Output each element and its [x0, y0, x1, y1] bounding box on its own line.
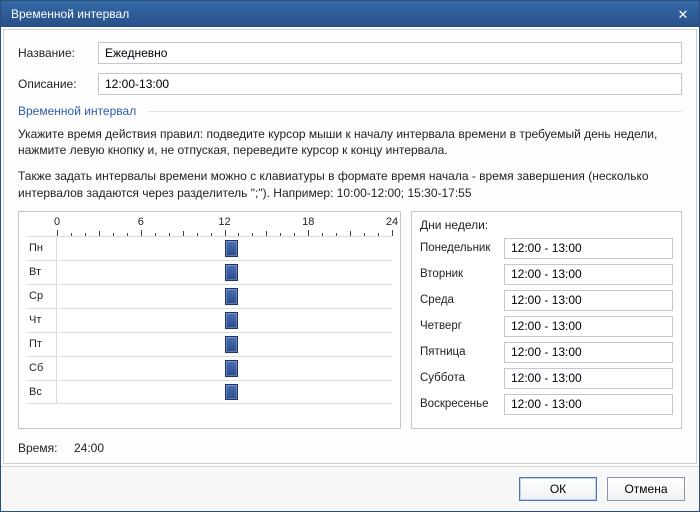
time-interval-block[interactable] — [225, 336, 239, 353]
ruler-label: 24 — [386, 216, 398, 228]
day-input-row: Пятница — [420, 342, 673, 363]
time-interval-block[interactable] — [225, 312, 239, 329]
help-text-1: Укажите время действия правил: подведите… — [18, 126, 682, 158]
timeline-track[interactable] — [57, 261, 392, 284]
days-header: Дни недели: — [420, 218, 673, 232]
desc-input[interactable] — [98, 73, 682, 95]
dialog-body: Название: Описание: Временной интервал У… — [3, 29, 697, 464]
timeline-panel: 0 6 12 18 24 ПнВтСрЧтПтСбВс — [18, 211, 401, 429]
time-status: Время: 24:00 — [18, 441, 682, 455]
days-panel: Дни недели: Понедельник Вторник Среда Четве… — [411, 211, 682, 429]
day-interval-input[interactable] — [504, 368, 673, 389]
day-name-label: Четверг — [420, 320, 504, 332]
day-name-label: Воскресенье — [420, 398, 504, 410]
main-row: 0 6 12 18 24 ПнВтСрЧтПтСбВс Дни недели: Поне… — [18, 211, 682, 429]
timeline-row: Вс — [27, 380, 392, 404]
day-input-row: Суббота — [420, 368, 673, 389]
time-ruler: 06121824 — [57, 216, 392, 236]
day-input-row: Четверг — [420, 316, 673, 337]
day-short-label: Чт — [27, 309, 57, 332]
dialog-footer: ОК Отмена — [1, 466, 699, 511]
timeline-track[interactable] — [57, 381, 392, 403]
ruler-label: 6 — [138, 216, 144, 228]
timeline-row: Чт — [27, 308, 392, 332]
day-name-label: Вторник — [420, 268, 504, 280]
day-interval-input[interactable] — [504, 264, 673, 285]
time-interval-block[interactable] — [225, 384, 239, 400]
desc-row: Описание: — [18, 73, 682, 95]
day-short-label: Вт — [27, 261, 57, 284]
ruler-label: 0 — [54, 216, 60, 228]
day-interval-input[interactable] — [504, 316, 673, 337]
day-short-label: Сб — [27, 357, 57, 380]
timeline-row: Пт — [27, 332, 392, 356]
timeline-row: Пн — [27, 236, 392, 260]
name-label: Название: — [18, 46, 98, 60]
day-interval-input[interactable] — [504, 290, 673, 311]
day-name-label: Среда — [420, 294, 504, 306]
cancel-button[interactable]: Отмена — [607, 477, 685, 501]
timeline-track[interactable] — [57, 333, 392, 356]
name-row: Название: — [18, 42, 682, 64]
time-interval-block[interactable] — [225, 264, 239, 281]
day-short-label: Вс — [27, 381, 57, 403]
day-name-label: Понедельник — [420, 242, 504, 254]
close-icon[interactable]: ✕ — [673, 5, 693, 23]
timeline-row: Ср — [27, 284, 392, 308]
day-interval-input[interactable] — [504, 238, 673, 259]
day-name-label: Суббота — [420, 372, 504, 384]
help-text-2: Также задать интервалы времени можно с к… — [18, 168, 682, 200]
name-input[interactable] — [98, 42, 682, 64]
timeline-track[interactable] — [57, 237, 392, 260]
days-rows: Понедельник Вторник Среда Четверг Пятница Суб… — [420, 238, 673, 415]
time-interval-block[interactable] — [225, 288, 239, 305]
titlebar: Временной интервал ✕ — [1, 1, 699, 27]
timeline-row: Вт — [27, 260, 392, 284]
time-interval-block[interactable] — [225, 360, 239, 377]
time-interval-block[interactable] — [225, 240, 239, 257]
window-title: Временной интервал — [11, 7, 673, 21]
ruler-label: 18 — [302, 216, 314, 228]
day-input-row: Среда — [420, 290, 673, 311]
time-interval-dialog: Временной интервал ✕ Название: Описание:… — [0, 0, 700, 512]
timeline-track[interactable] — [57, 357, 392, 380]
day-interval-input[interactable] — [504, 394, 673, 415]
day-interval-input[interactable] — [504, 342, 673, 363]
day-short-label: Пн — [27, 237, 57, 260]
ruler-label: 12 — [218, 216, 230, 228]
day-short-label: Ср — [27, 285, 57, 308]
timeline-track[interactable] — [57, 309, 392, 332]
day-input-row: Воскресенье — [420, 394, 673, 415]
day-input-row: Понедельник — [420, 238, 673, 259]
section-title: Временной интервал — [18, 104, 682, 118]
day-short-label: Пт — [27, 333, 57, 356]
ok-button[interactable]: ОК — [519, 477, 597, 501]
desc-label: Описание: — [18, 77, 98, 91]
timeline-track[interactable] — [57, 285, 392, 308]
timeline-row: Сб — [27, 356, 392, 380]
timeline-rows: ПнВтСрЧтПтСбВс — [27, 236, 392, 404]
time-label: Время: — [18, 441, 74, 455]
day-input-row: Вторник — [420, 264, 673, 285]
day-name-label: Пятница — [420, 346, 504, 358]
time-value: 24:00 — [74, 441, 104, 455]
